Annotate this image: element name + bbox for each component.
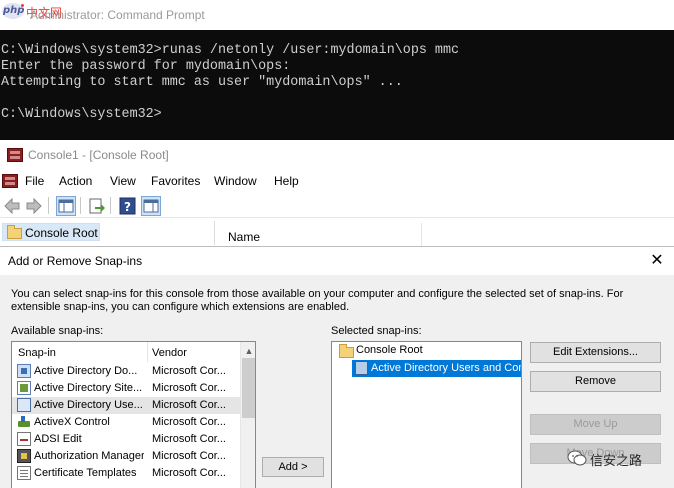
mmc-app-icon	[7, 148, 23, 162]
mmc-title-bar: Console1 - [Console Root]	[0, 140, 674, 170]
menu-favorites[interactable]: Favorites	[151, 174, 200, 188]
folder-icon	[7, 225, 22, 239]
mmc-toolbar: ?	[0, 192, 674, 218]
selected-item-console-root[interactable]: Console Root	[336, 342, 456, 359]
available-list-header: Snap-in Vendor	[12, 342, 240, 362]
selected-item-label: Console Root	[356, 344, 423, 356]
back-arrow-icon[interactable]	[2, 196, 22, 216]
available-snapins-label: Available snap-ins:	[11, 325, 104, 337]
wechat-watermark: 信安之路	[567, 448, 672, 470]
ad-domains-icon	[17, 364, 31, 378]
snapin-row[interactable]: ActiveX Control Microsoft Cor...	[12, 414, 240, 431]
column-header-snapin[interactable]: Snap-in	[18, 347, 56, 359]
cmd-line	[1, 91, 674, 107]
help-icon[interactable]: ?	[118, 196, 138, 216]
cmd-title-bar: php 中文网 Administrator: Command Prompt	[0, 0, 674, 30]
menu-help[interactable]: Help	[274, 174, 299, 188]
tree-item-label: Console Root	[25, 226, 98, 240]
available-list-scrollbar[interactable]: ▲	[240, 342, 255, 488]
cmd-window-title: Administrator: Command Prompt	[30, 8, 205, 22]
dialog-title-bar: Add or Remove Snap-ins ✕	[0, 247, 674, 275]
edit-extensions-button[interactable]: Edit Extensions...	[530, 342, 661, 363]
console-tree-pane: Console Root	[0, 221, 215, 245]
certificate-templates-icon	[17, 466, 31, 480]
dialog-description: You can select snap-ins for this console…	[11, 288, 624, 313]
wechat-logo-icon	[567, 450, 587, 466]
move-up-button[interactable]: Move Up	[530, 414, 661, 435]
menu-file[interactable]: File	[25, 174, 44, 188]
close-icon[interactable]: ✕	[646, 251, 668, 271]
mmc-window-title: Console1 - [Console Root]	[28, 148, 169, 162]
scrollbar-thumb[interactable]	[242, 358, 255, 418]
selected-snapins-list[interactable]: Console Root Active Directory Users and …	[331, 341, 522, 488]
ad-sites-icon	[17, 381, 31, 395]
cmd-line: Enter the password for mydomain\ops:	[1, 59, 291, 74]
snapin-row[interactable]: Certificate Templates Microsoft Cor...	[12, 465, 240, 482]
selected-item-ad-users[interactable]: Active Directory Users and Comp	[352, 360, 522, 377]
results-list-header: Name	[218, 221, 674, 249]
cmd-line: C:\Windows\system32>runas /netonly /user…	[1, 43, 460, 58]
watermark-text: 信安之路	[590, 454, 643, 469]
show-hide-action-pane-icon[interactable]	[141, 196, 161, 216]
cmd-prompt-line: C:\Windows\system32>	[1, 107, 162, 122]
menu-view[interactable]: View	[110, 174, 136, 188]
add-button[interactable]: Add >	[262, 457, 324, 477]
activex-icon	[17, 415, 31, 429]
authorization-manager-icon	[17, 449, 31, 463]
ad-users-icon	[17, 398, 31, 412]
svg-text:?: ?	[124, 200, 131, 214]
snapin-row[interactable]: Authorization Manager Microsoft Cor...	[12, 448, 240, 465]
forward-arrow-icon[interactable]	[24, 196, 44, 216]
tree-item-console-root[interactable]: Console Root	[2, 223, 100, 241]
ad-users-icon	[355, 361, 368, 375]
snapin-row-selected[interactable]: Active Directory Use... Microsoft Cor...	[12, 397, 240, 414]
adsi-edit-icon	[17, 432, 31, 446]
scroll-up-arrow-icon[interactable]: ▲	[244, 346, 254, 356]
column-header-name[interactable]: Name	[228, 230, 260, 244]
available-snapins-list[interactable]: Snap-in Vendor Active Directory Do... Mi…	[11, 341, 256, 488]
cmd-console-output[interactable]: C:\Windows\system32>runas /netonly /user…	[0, 30, 674, 140]
menu-action[interactable]: Action	[59, 174, 92, 188]
selected-snapins-label: Selected snap-ins:	[331, 325, 422, 337]
mmc-menu-bar: File Action View Favorites Window Help	[0, 170, 674, 192]
remove-button[interactable]: Remove	[530, 371, 661, 392]
snapin-row[interactable]: ADSI Edit Microsoft Cor...	[12, 431, 240, 448]
show-hide-console-tree-icon[interactable]	[56, 196, 76, 216]
mmc-system-menu-icon[interactable]	[2, 174, 18, 188]
column-header-vendor[interactable]: Vendor	[152, 347, 187, 359]
snapin-row[interactable]: Active Directory Site... Microsoft Cor..…	[12, 380, 240, 397]
export-list-icon[interactable]	[86, 196, 106, 216]
menu-window[interactable]: Window	[214, 174, 257, 188]
folder-icon	[339, 344, 354, 358]
selected-item-label: Active Directory Users and Comp	[371, 362, 522, 374]
snapin-row[interactable]: Active Directory Do... Microsoft Cor...	[12, 363, 240, 380]
cmd-line: Attempting to start mmc as user "mydomai…	[1, 75, 403, 90]
dialog-title: Add or Remove Snap-ins	[8, 254, 143, 268]
